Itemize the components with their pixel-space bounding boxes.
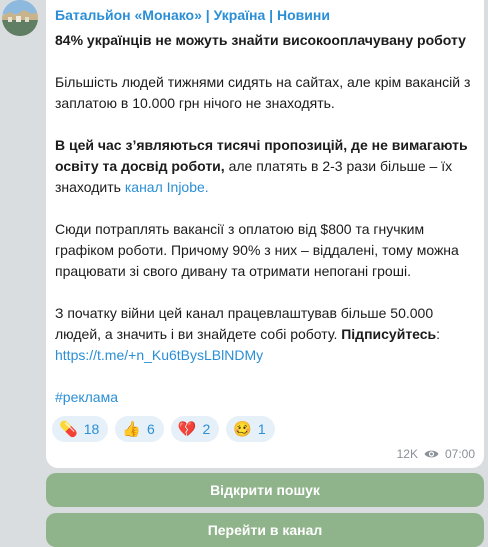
post-title: 84% українців не можуть знайти високоопл… <box>55 32 466 48</box>
message-text: 84% українців не можуть знайти високоопл… <box>55 30 474 408</box>
channel-name[interactable]: Батальйон «Монако» | Україна | Новини <box>55 7 474 24</box>
hashtag-link[interactable]: #реклама <box>55 389 118 405</box>
post-paragraph-4: З початку війни цей канал працевлаштував… <box>55 303 474 366</box>
reaction-count: 18 <box>83 421 100 437</box>
message-time: 07:00 <box>444 447 475 461</box>
reaction-broken-heart[interactable]: 💔 2 <box>170 416 220 442</box>
message-meta: 12K 07:00 <box>397 447 475 461</box>
view-count: 12K <box>396 447 418 461</box>
pill-emoji-icon: 💊 <box>59 420 78 438</box>
reaction-woozy[interactable]: 🥴 1 <box>226 416 275 442</box>
reaction-pill[interactable]: 💊 18 <box>52 416 109 442</box>
thumbs-up-emoji-icon: 👍 <box>122 420 141 438</box>
eye-icon <box>424 449 439 459</box>
subscribe-colon: : <box>436 326 441 342</box>
post-paragraph-2: В цей час з’являються тисячі пропозицій,… <box>55 135 474 198</box>
channel-link[interactable]: канал Injobe. <box>125 179 209 195</box>
woozy-face-emoji-icon: 🥴 <box>233 420 252 438</box>
open-search-button[interactable]: Відкрити пошук <box>46 473 484 507</box>
reactions-bar: 💊 18 👍 6 💔 2 🥴 1 <box>52 416 275 442</box>
channel-avatar[interactable] <box>2 0 38 36</box>
reaction-thumbs-up[interactable]: 👍 6 <box>115 416 164 442</box>
broken-heart-emoji-icon: 💔 <box>177 420 197 438</box>
subscribe-label: Підписуйтесь <box>341 326 437 342</box>
reaction-count: 6 <box>146 421 155 437</box>
go-to-channel-button[interactable]: Перейти в канал <box>46 513 484 547</box>
reaction-count: 2 <box>202 421 211 437</box>
message-bubble: Батальйон «Монако» | Україна | Новини 84… <box>46 0 484 468</box>
post-paragraph-1: Більшість людей тижнями сидять на сайтах… <box>55 74 471 111</box>
invite-link[interactable]: https://t.me/+n_Ku6tBysLBlNDMy <box>55 347 263 363</box>
post-paragraph-3: Сюди потраплять вакансії з оплатою від $… <box>55 221 459 279</box>
reaction-count: 1 <box>257 421 266 437</box>
